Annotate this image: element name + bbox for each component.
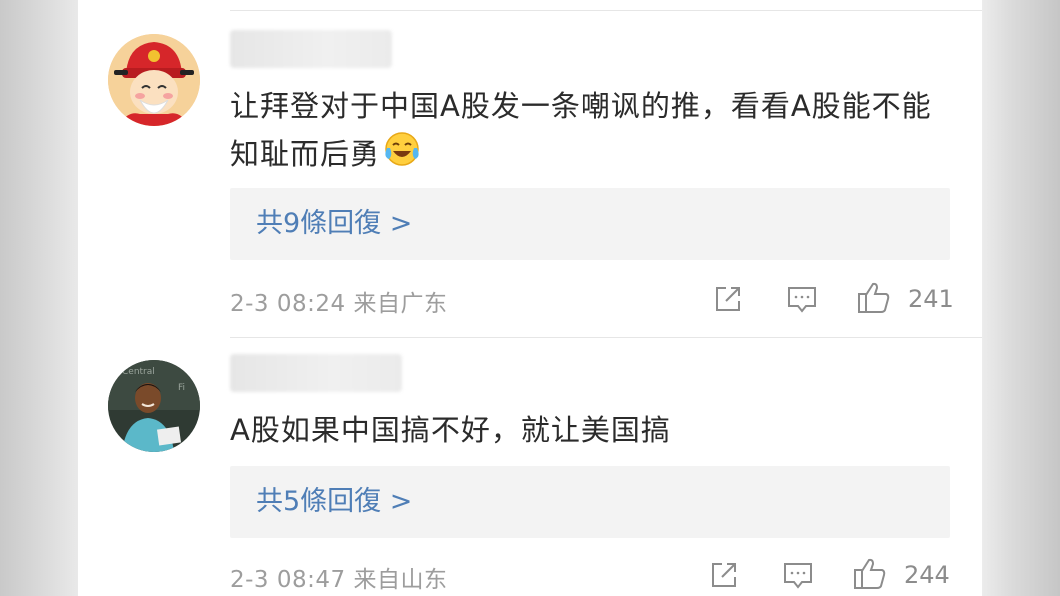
timestamp: 2-3 08:24 [230, 291, 346, 317]
svg-text:Fi: Fi [178, 383, 185, 393]
cartoon-official-avatar-icon[interactable] [108, 34, 200, 126]
laughing-crying-emoji-icon [384, 131, 420, 181]
comment-icon[interactable] [786, 283, 818, 319]
share-icon[interactable] [708, 559, 740, 595]
view-replies-label: 共5條回復 > [256, 486, 413, 517]
thumbs-up-icon[interactable] [852, 555, 888, 595]
background-right [982, 0, 1060, 596]
comment-icon[interactable] [782, 559, 814, 595]
location: 来自广东 [353, 291, 448, 317]
view-replies-button[interactable]: 共9條回復 > [230, 188, 950, 260]
timestamp: 2-3 08:47 [230, 567, 346, 593]
comment-list: 让拜登对于中国A股发一条嘲讽的推，看看A股能不能知耻而后勇 共9條回復 > 2-… [78, 0, 982, 596]
like-count: 241 [908, 285, 954, 313]
share-icon[interactable] [712, 283, 744, 319]
comment-item: Central Fi A股如果中国搞不好，就让美国搞 共5條回復 > 2-3 0… [78, 338, 982, 596]
thumbs-up-icon[interactable] [856, 279, 892, 319]
comment-text: 让拜登对于中国A股发一条嘲讽的推，看看A股能不能知耻而后勇 [230, 82, 950, 181]
view-replies-label: 共9條回復 > [256, 208, 413, 239]
boy-photo-avatar-icon[interactable]: Central Fi [108, 360, 200, 452]
username-redacted [230, 30, 392, 68]
comment-meta: 2-3 08:24 来自广东 [230, 284, 447, 318]
svg-text:Central: Central [122, 367, 155, 377]
comment-text: A股如果中国搞不好，就让美国搞 [230, 413, 671, 447]
username-redacted [230, 354, 402, 392]
like-count: 244 [904, 561, 950, 589]
background-left [0, 0, 78, 596]
comment-item: 让拜登对于中国A股发一条嘲讽的推，看看A股能不能知耻而后勇 共9條回復 > 2-… [78, 0, 982, 337]
view-replies-button[interactable]: 共5條回復 > [230, 466, 950, 538]
comment-meta: 2-3 08:47 来自山东 [230, 560, 447, 594]
location: 来自山东 [353, 567, 448, 593]
